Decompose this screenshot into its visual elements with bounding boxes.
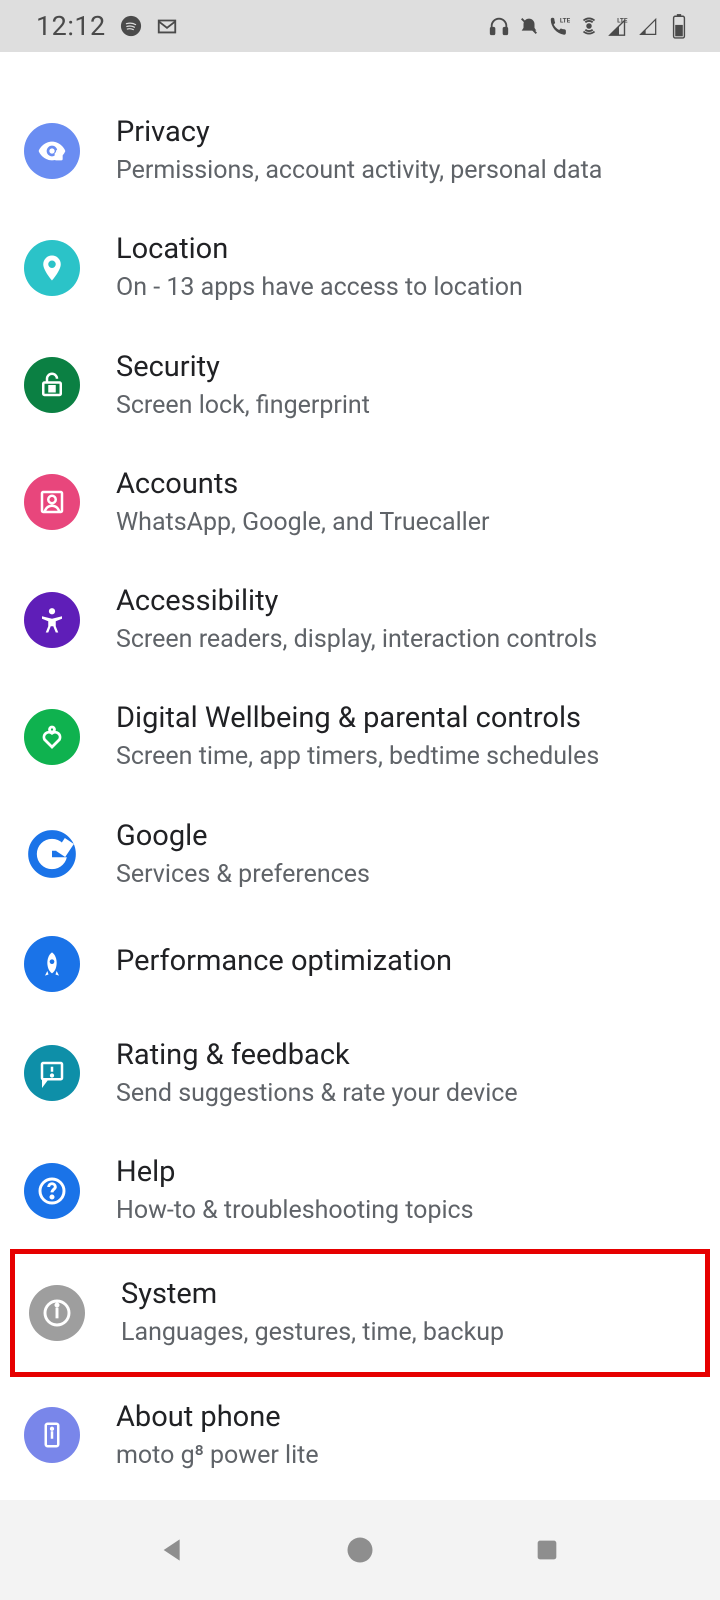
- setting-text: About phone moto g⁸ power lite: [116, 1400, 696, 1471]
- setting-text: Privacy Permissions, account activity, p…: [116, 115, 696, 186]
- performance-icon: [24, 936, 80, 992]
- setting-title: Location: [116, 232, 696, 266]
- setting-text: System Languages, gestures, time, backup: [121, 1277, 681, 1348]
- setting-text: Security Screen lock, fingerprint: [116, 350, 696, 421]
- signal-icon: [638, 15, 660, 37]
- setting-text: Location On - 13 apps have access to loc…: [116, 232, 696, 303]
- system-icon: [29, 1285, 85, 1341]
- battery-icon: [668, 15, 690, 37]
- setting-item-accessibility[interactable]: Accessibility Screen readers, display, i…: [0, 561, 720, 678]
- setting-text: Google Services & preferences: [116, 819, 696, 890]
- setting-title: About phone: [116, 1400, 696, 1434]
- setting-subtitle: Screen time, app timers, bedtime schedul…: [116, 741, 696, 772]
- setting-item-privacy[interactable]: Privacy Permissions, account activity, p…: [0, 92, 720, 209]
- setting-title: Rating & feedback: [116, 1038, 696, 1072]
- setting-subtitle: WhatsApp, Google, and Truecaller: [116, 507, 696, 538]
- setting-title: System: [121, 1277, 681, 1311]
- setting-text: Performance optimization: [116, 944, 696, 984]
- setting-subtitle: On - 13 apps have access to location: [116, 272, 696, 303]
- setting-subtitle: Screen readers, display, interaction con…: [116, 624, 696, 655]
- nav-recent-button[interactable]: [527, 1530, 567, 1570]
- setting-subtitle: Services & preferences: [116, 859, 696, 890]
- about-icon: [24, 1407, 80, 1463]
- setting-title: Security: [116, 350, 696, 384]
- google-icon: [24, 826, 80, 882]
- setting-item-wellbeing[interactable]: Digital Wellbeing & parental controls Sc…: [0, 678, 720, 795]
- setting-item-accounts[interactable]: Accounts WhatsApp, Google, and Truecalle…: [0, 444, 720, 561]
- setting-item-help[interactable]: Help How-to & troubleshooting topics: [0, 1132, 720, 1249]
- setting-text: Accessibility Screen readers, display, i…: [116, 584, 696, 655]
- headphones-icon: [488, 15, 510, 37]
- location-icon: [24, 240, 80, 296]
- spotify-icon: [120, 15, 142, 37]
- nav-home-button[interactable]: [340, 1530, 380, 1570]
- setting-item-system[interactable]: System Languages, gestures, time, backup: [15, 1254, 705, 1371]
- privacy-icon: [24, 123, 80, 179]
- setting-subtitle: How-to & troubleshooting topics: [116, 1195, 696, 1226]
- navigation-bar: [0, 1500, 720, 1600]
- svg-text:LTE: LTE: [560, 16, 570, 24]
- volte-icon: LTE: [548, 15, 570, 37]
- setting-text: Accounts WhatsApp, Google, and Truecalle…: [116, 467, 696, 538]
- highlight-system: System Languages, gestures, time, backup: [10, 1249, 710, 1376]
- setting-text: Help How-to & troubleshooting topics: [116, 1155, 696, 1226]
- setting-item-performance[interactable]: Performance optimization: [0, 913, 720, 1015]
- accounts-icon: [24, 474, 80, 530]
- nav-back-button[interactable]: [153, 1530, 193, 1570]
- hotspot-icon: [578, 15, 600, 37]
- status-left: 12:12: [36, 10, 178, 42]
- signal-lte-icon: LTE: [608, 15, 630, 37]
- status-bar: 12:12 LTE LTE: [0, 0, 720, 52]
- setting-subtitle: Permissions, account activity, personal …: [116, 155, 696, 186]
- setting-title: Performance optimization: [116, 944, 696, 978]
- setting-item-about[interactable]: About phone moto g⁸ power lite: [0, 1377, 720, 1494]
- setting-item-google[interactable]: Google Services & preferences: [0, 796, 720, 913]
- setting-title: Accounts: [116, 467, 696, 501]
- wellbeing-icon: [24, 709, 80, 765]
- rating-icon: [24, 1045, 80, 1101]
- setting-item-security[interactable]: Security Screen lock, fingerprint: [0, 327, 720, 444]
- setting-item-location[interactable]: Location On - 13 apps have access to loc…: [0, 209, 720, 326]
- setting-subtitle: Screen lock, fingerprint: [116, 390, 696, 421]
- setting-title: Accessibility: [116, 584, 696, 618]
- setting-item-rating[interactable]: Rating & feedback Send suggestions & rat…: [0, 1015, 720, 1132]
- setting-subtitle: moto g⁸ power lite: [116, 1440, 696, 1471]
- settings-list[interactable]: Privacy Permissions, account activity, p…: [0, 52, 720, 1500]
- accessibility-icon: [24, 592, 80, 648]
- setting-title: Google: [116, 819, 696, 853]
- security-icon: [24, 357, 80, 413]
- setting-text: Digital Wellbeing & parental controls Sc…: [116, 701, 696, 772]
- setting-subtitle: Languages, gestures, time, backup: [121, 1317, 681, 1348]
- status-right: LTE LTE: [488, 15, 690, 37]
- gmail-icon: [156, 15, 178, 37]
- alarm-off-icon: [518, 15, 540, 37]
- setting-title: Digital Wellbeing & parental controls: [116, 701, 696, 735]
- setting-text: Rating & feedback Send suggestions & rat…: [116, 1038, 696, 1109]
- setting-subtitle: Send suggestions & rate your device: [116, 1078, 696, 1109]
- svg-text:LTE: LTE: [617, 16, 628, 24]
- setting-title: Privacy: [116, 115, 696, 149]
- help-icon: [24, 1163, 80, 1219]
- status-time: 12:12: [36, 10, 106, 42]
- setting-title: Help: [116, 1155, 696, 1189]
